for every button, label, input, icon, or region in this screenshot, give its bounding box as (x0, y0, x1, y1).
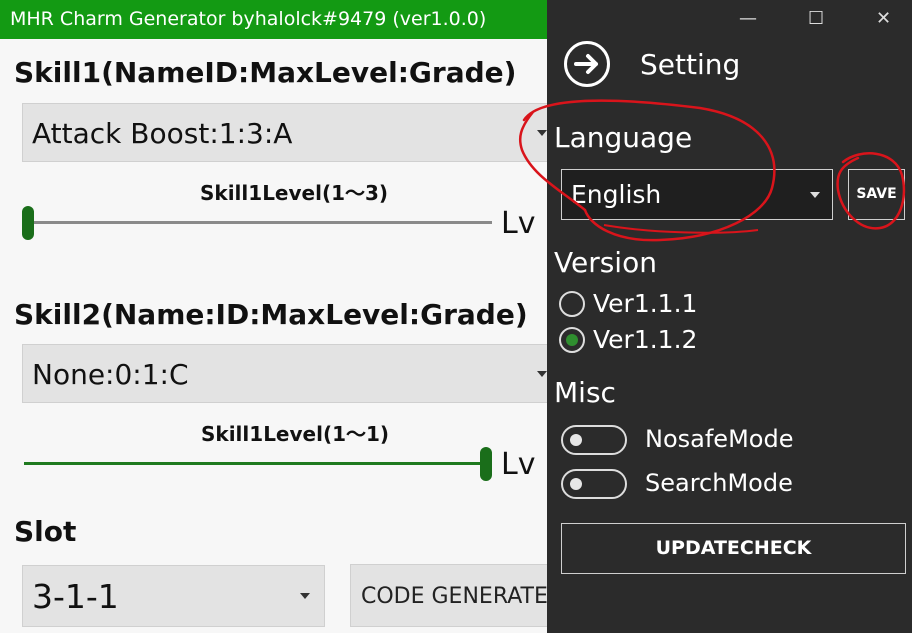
chevron-down-icon (537, 129, 547, 136)
skill2-heading: Skill2(Name:ID:MaxLevel:Grade) (14, 298, 528, 331)
language-select[interactable]: English (561, 169, 833, 220)
arrow-right-circle-icon[interactable] (564, 41, 610, 87)
version-radio-1[interactable] (559, 291, 585, 317)
settings-panel: — ☐ ✕ Setting Language English SAVE Vers… (547, 0, 912, 633)
slot-select[interactable]: 3-1-1 (22, 565, 325, 627)
slot-heading: Slot (14, 515, 77, 548)
update-check-button[interactable]: UPDATECHECK (561, 523, 906, 574)
chevron-down-icon (300, 593, 310, 599)
minimize-icon[interactable]: — (739, 8, 757, 29)
save-button[interactable]: SAVE (848, 169, 905, 220)
skill2-level-value: Lv 1 (501, 447, 547, 482)
main-window: MHR Charm Generator byhalolck#9479 (ver1… (0, 0, 547, 633)
close-icon[interactable]: ✕ (876, 8, 891, 29)
chevron-down-icon (810, 192, 820, 198)
version-radio-2[interactable] (559, 327, 585, 353)
skill2-select-value: None:0:1:C (32, 358, 189, 391)
chevron-down-icon (537, 370, 547, 377)
slot-select-value: 3-1-1 (32, 577, 119, 616)
skill2-slider-track[interactable] (24, 462, 492, 465)
skill2-slider-thumb[interactable] (480, 447, 492, 481)
nosafemode-toggle[interactable] (561, 425, 627, 455)
nosafemode-label: NosafeMode (645, 425, 794, 453)
code-generate-button[interactable]: CODE GENERATE (350, 564, 547, 627)
language-select-value: English (571, 180, 662, 209)
searchmode-toggle[interactable] (561, 469, 627, 499)
skill1-level-value: Lv 1 (501, 206, 547, 241)
version-label: Version (554, 246, 657, 279)
misc-label: Misc (554, 376, 616, 409)
language-label: Language (554, 121, 693, 154)
version-radio-2-label: Ver1.1.2 (593, 325, 698, 354)
skill2-level-label: Skill1Level(1～1) (201, 422, 390, 446)
skill1-slider-track[interactable] (24, 221, 492, 224)
skill1-select-value: Attack Boost:1:3:A (32, 117, 293, 150)
app-title-bar: MHR Charm Generator byhalolck#9479 (ver1… (0, 0, 547, 39)
skill1-heading: Skill1(NameID:MaxLevel:Grade) (14, 56, 517, 89)
settings-title: Setting (640, 48, 741, 81)
skill2-select[interactable]: None:0:1:C (22, 344, 547, 403)
skill1-select[interactable]: Attack Boost:1:3:A (22, 103, 547, 162)
skill1-slider-thumb[interactable] (22, 206, 34, 240)
skill1-level-label: Skill1Level(1～3) (200, 181, 389, 205)
version-radio-1-label: Ver1.1.1 (593, 289, 698, 318)
maximize-icon[interactable]: ☐ (808, 8, 824, 29)
searchmode-label: SearchMode (645, 469, 793, 497)
